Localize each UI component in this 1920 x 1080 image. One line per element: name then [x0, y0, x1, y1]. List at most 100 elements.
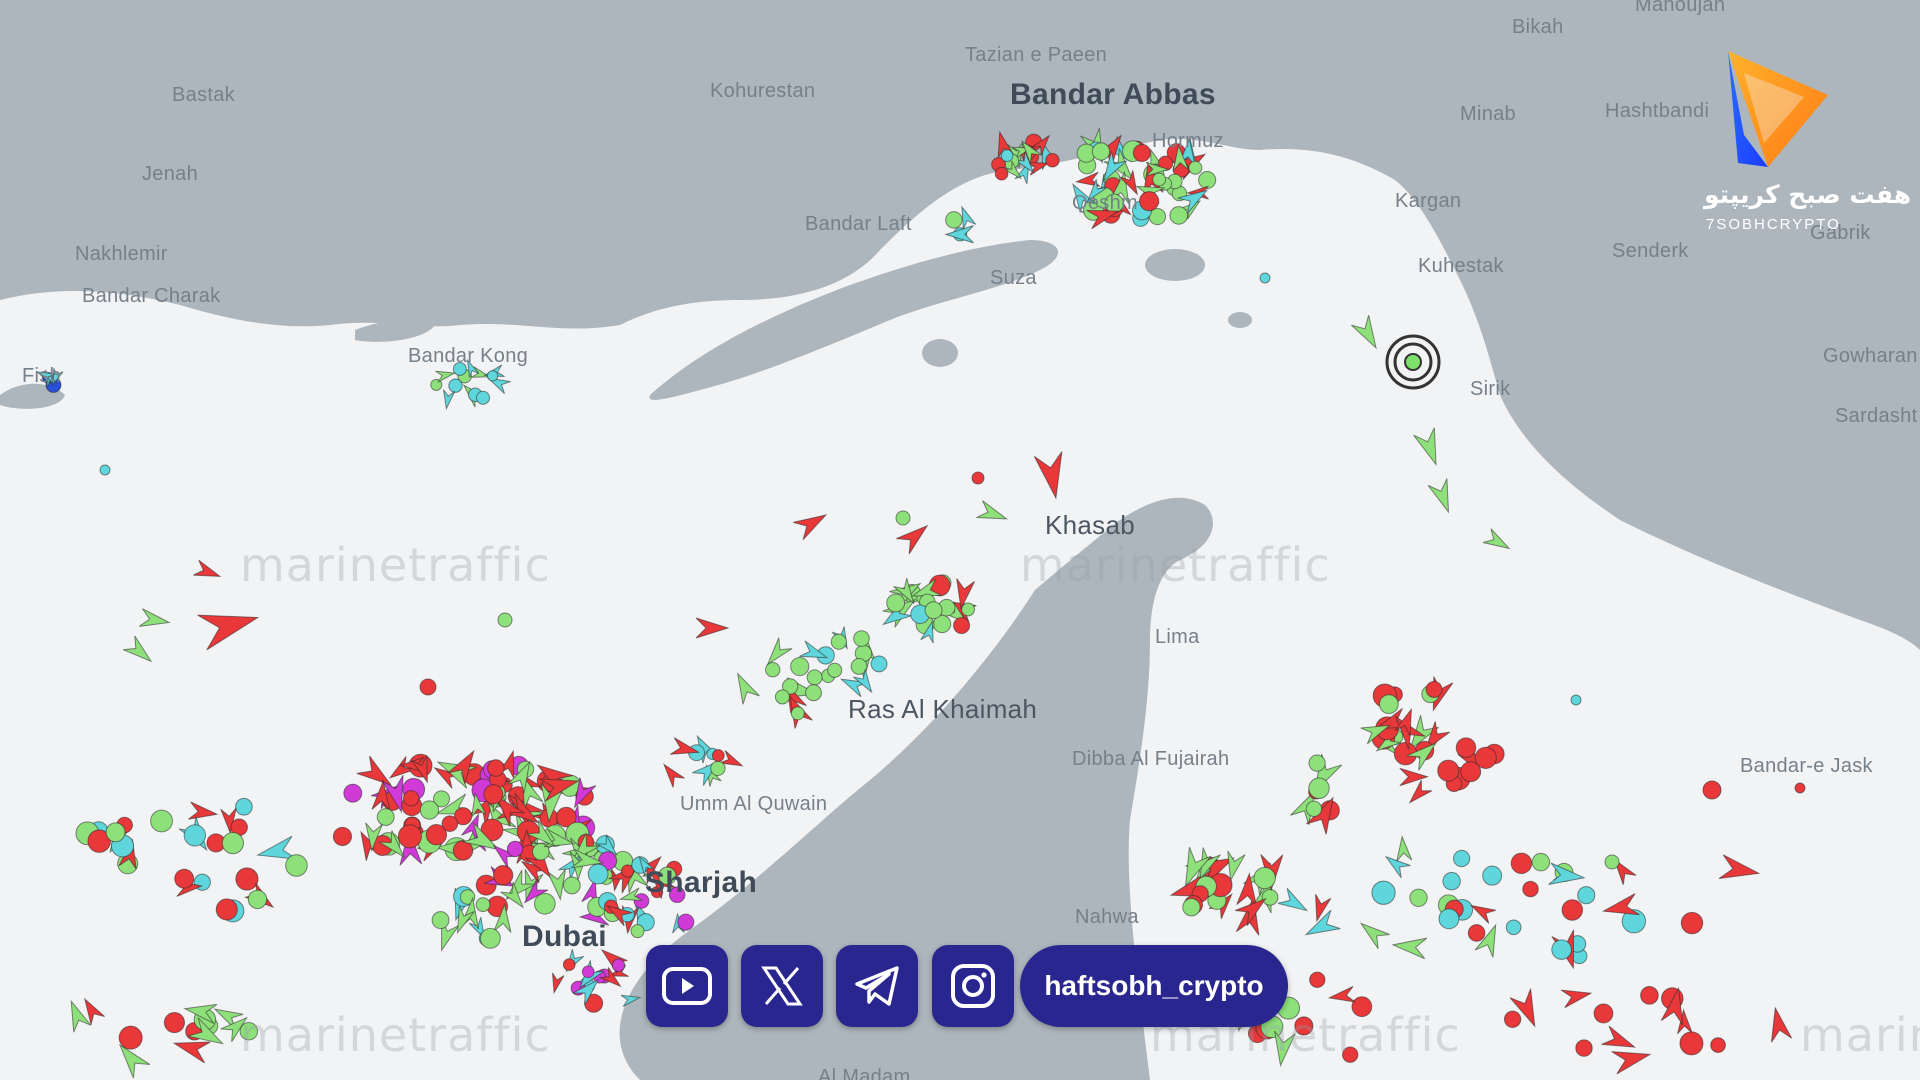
vessel-marker[interactable]: [1702, 780, 1722, 800]
vessel-marker[interactable]: [1570, 694, 1582, 706]
vessel-marker[interactable]: [1409, 888, 1428, 907]
vessel-marker[interactable]: [1460, 761, 1482, 783]
vessel-marker[interactable]: [895, 510, 911, 526]
vessel-marker[interactable]: [1593, 1003, 1614, 1024]
vessel-marker[interactable]: [611, 958, 626, 972]
vessel-marker[interactable]: [1152, 172, 1167, 187]
vessel-marker[interactable]: [1680, 911, 1704, 935]
vessel-marker[interactable]: [1182, 898, 1201, 917]
vessel-marker[interactable]: [174, 868, 195, 889]
vessel-marker[interactable]: [1442, 872, 1461, 891]
vessel-marker[interactable]: [562, 958, 576, 972]
vessel-marker[interactable]: [215, 898, 238, 921]
vessel-marker[interactable]: [677, 913, 695, 931]
vessel-marker[interactable]: [1467, 924, 1486, 942]
vessel-marker[interactable]: [150, 809, 173, 833]
vessel-marker[interactable]: [711, 749, 725, 762]
vessel-marker[interactable]: [1710, 1037, 1726, 1053]
vessel-marker[interactable]: [1453, 849, 1471, 868]
vessel-marker[interactable]: [1503, 1010, 1522, 1028]
x-button[interactable]: [741, 945, 823, 1027]
vessel-marker[interactable]: [1522, 880, 1539, 898]
vessel-marker[interactable]: [475, 390, 491, 405]
vessel-marker[interactable]: [492, 865, 514, 886]
vessel-marker[interactable]: [1438, 908, 1460, 930]
vessel-marker[interactable]: [1308, 777, 1330, 799]
vessel-marker[interactable]: [497, 612, 513, 628]
vessel-marker[interactable]: [343, 783, 363, 803]
vessel-marker[interactable]: [1561, 899, 1584, 921]
vessel-marker[interactable]: [1437, 759, 1460, 782]
instagram-button[interactable]: [932, 945, 1014, 1027]
vessel-marker[interactable]: [587, 863, 609, 885]
vessel-marker[interactable]: [397, 824, 423, 849]
vessel-marker[interactable]: [1132, 143, 1151, 163]
vessel-marker[interactable]: [630, 924, 645, 939]
vessel-marker[interactable]: [1482, 865, 1503, 886]
vessel-marker[interactable]: [221, 832, 244, 855]
vessel-marker[interactable]: [945, 211, 963, 229]
vessel-marker[interactable]: [1198, 170, 1217, 190]
vessel-marker[interactable]: [376, 808, 395, 826]
vessel-marker[interactable]: [534, 892, 556, 915]
vessel-marker[interactable]: [441, 815, 459, 832]
vessel-marker[interactable]: [475, 874, 497, 896]
vessel-marker[interactable]: [870, 655, 888, 673]
vessel-marker[interactable]: [1640, 986, 1659, 1005]
vessel-marker[interactable]: [419, 800, 440, 820]
vessel-marker[interactable]: [953, 617, 971, 635]
vessel-marker[interactable]: [479, 927, 501, 949]
vessel-marker[interactable]: [332, 826, 353, 847]
vessel-marker[interactable]: [971, 471, 985, 485]
vessel-marker[interactable]: [1139, 191, 1160, 212]
selected-vessel-icon[interactable]: [1385, 334, 1441, 390]
vessel-marker[interactable]: [790, 706, 805, 721]
vessel-marker[interactable]: [710, 760, 726, 777]
vessel-marker[interactable]: [448, 378, 463, 393]
vessel-marker[interactable]: [806, 669, 823, 686]
vessel-marker[interactable]: [1679, 1031, 1704, 1056]
vessel-marker[interactable]: [1305, 800, 1323, 817]
vessel-marker[interactable]: [805, 684, 822, 702]
vessel-marker[interactable]: [1575, 1039, 1593, 1057]
vessel-marker[interactable]: [1371, 880, 1396, 905]
vessel-marker[interactable]: [961, 602, 976, 617]
vessel-marker[interactable]: [1378, 694, 1399, 715]
social-handle-button[interactable]: haftsobh_crypto: [1020, 945, 1288, 1027]
vessel-marker[interactable]: [1425, 680, 1443, 698]
vessel-marker[interactable]: [419, 678, 437, 696]
vessel-marker[interactable]: [483, 784, 504, 805]
vessel-marker[interactable]: [475, 897, 491, 913]
vessel-marker[interactable]: [827, 662, 843, 678]
vessel-marker[interactable]: [886, 593, 906, 613]
vessel-marker[interactable]: [1091, 142, 1111, 161]
vessel-marker[interactable]: [1309, 971, 1326, 988]
vessel-marker[interactable]: [1253, 866, 1276, 890]
vessel-marker[interactable]: [1308, 754, 1326, 772]
vessel-marker[interactable]: [1510, 852, 1533, 875]
vessel-marker[interactable]: [1531, 852, 1551, 872]
telegram-button[interactable]: [836, 945, 918, 1027]
vessel-marker[interactable]: [506, 840, 524, 858]
vessel-marker[interactable]: [285, 854, 308, 877]
vessel-marker[interactable]: [924, 601, 943, 620]
vessel-marker[interactable]: [994, 166, 1009, 181]
vessel-marker[interactable]: [247, 889, 268, 910]
vessel-marker[interactable]: [1604, 854, 1620, 870]
vessel-marker[interactable]: [1551, 939, 1572, 960]
vessel-marker[interactable]: [1455, 737, 1477, 758]
vessel-marker[interactable]: [1505, 919, 1522, 936]
vessel-marker[interactable]: [790, 656, 810, 677]
vessel-marker[interactable]: [235, 797, 253, 816]
map-view[interactable]: Bandar Abbas Hormuz Tazian e Paeen Kohurest…: [0, 0, 1920, 1080]
vessel-marker[interactable]: [1000, 149, 1014, 163]
vessel-marker[interactable]: [830, 633, 847, 650]
vessel-marker[interactable]: [1188, 160, 1203, 175]
vessel-marker[interactable]: [1169, 206, 1189, 225]
vessel-marker[interactable]: [1794, 782, 1806, 794]
vessel-marker[interactable]: [99, 464, 111, 476]
vessel-marker[interactable]: [105, 822, 126, 843]
youtube-button[interactable]: [646, 945, 728, 1027]
vessel-marker[interactable]: [1261, 888, 1279, 906]
vessel-marker[interactable]: [183, 824, 207, 847]
